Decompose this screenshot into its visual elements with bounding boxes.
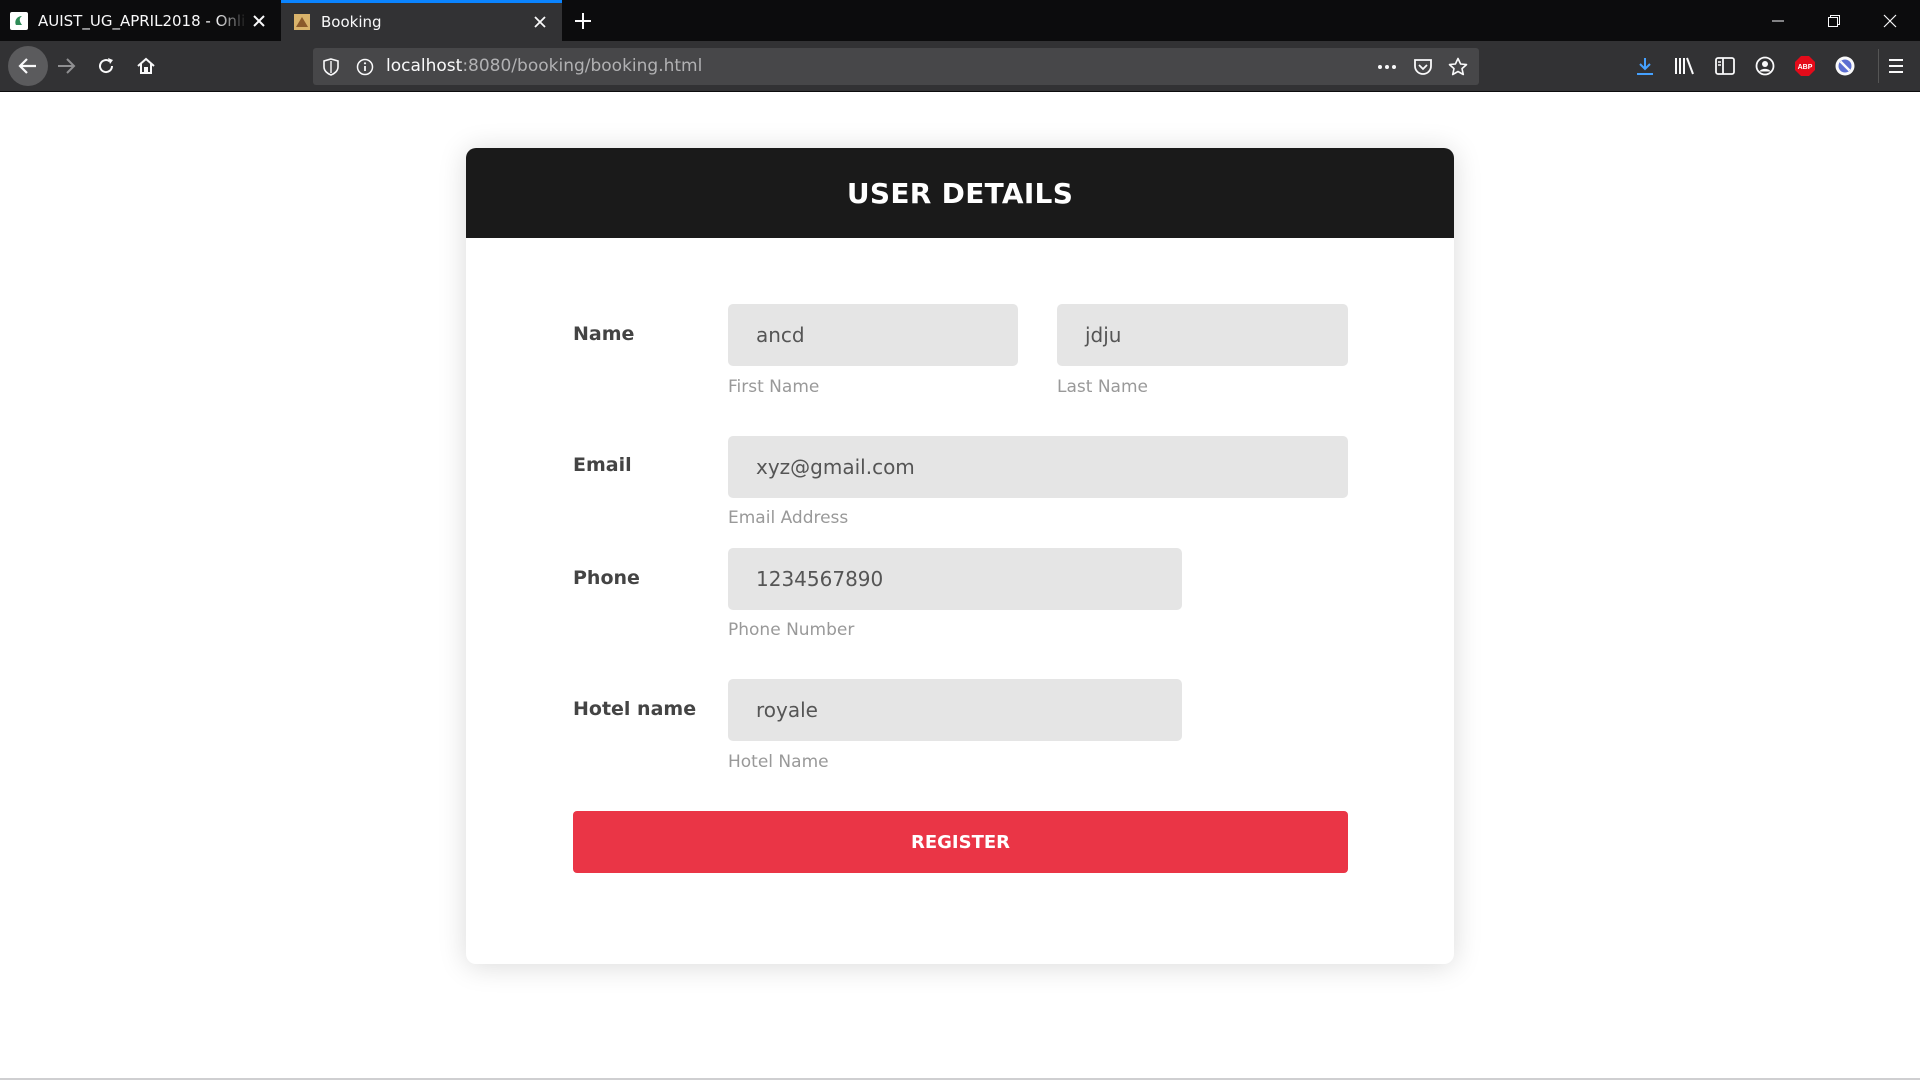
email-hint: Email Address xyxy=(728,508,849,528)
url-text: localhost:8080/booking/booking.html xyxy=(386,48,702,85)
downloads-icon[interactable] xyxy=(1628,49,1662,83)
register-button[interactable]: REGISTER xyxy=(573,811,1348,873)
navigation-toolbar: localhost:8080/booking/booking.html ABP xyxy=(0,41,1920,92)
restore-icon[interactable] xyxy=(1806,0,1862,41)
hotel-name-input[interactable]: royale xyxy=(728,679,1182,741)
bookmark-star-icon[interactable] xyxy=(1444,53,1472,81)
reload-icon[interactable] xyxy=(89,49,123,83)
sidebar-icon[interactable] xyxy=(1708,49,1742,83)
card-header: USER DETAILS xyxy=(466,148,1454,238)
tab-close-icon[interactable] xyxy=(247,9,271,33)
account-icon[interactable] xyxy=(1748,49,1782,83)
tab-title: Booking xyxy=(321,13,382,31)
new-tab-icon[interactable] xyxy=(568,6,598,36)
phone-input[interactable]: 1234567890 xyxy=(728,548,1182,610)
url-bar[interactable]: localhost:8080/booking/booking.html xyxy=(313,48,1479,85)
close-window-icon[interactable] xyxy=(1862,0,1918,41)
page-actions-icon[interactable] xyxy=(1373,53,1401,81)
tracking-shield-icon[interactable] xyxy=(317,53,345,81)
page-title: USER DETAILS xyxy=(846,176,1074,210)
email-input[interactable]: xyz@gmail.com xyxy=(728,436,1348,498)
hotel-name-label: Hotel name xyxy=(573,698,697,720)
tab-close-icon[interactable] xyxy=(528,10,552,34)
url-path: :8080/booking/booking.html xyxy=(462,56,703,76)
forward-arrow-icon[interactable] xyxy=(49,49,83,83)
svg-text:ABP: ABP xyxy=(1798,64,1813,71)
tab-favicon-icon xyxy=(293,13,311,31)
first-name-hint: First Name xyxy=(728,377,820,397)
back-arrow-icon[interactable] xyxy=(8,46,48,86)
first-name-input[interactable]: ancd xyxy=(728,304,1018,366)
last-name-hint: Last Name xyxy=(1057,377,1148,397)
tab-strip: AUIST_UG_APRIL2018 - Online Booking xyxy=(0,0,1920,41)
minimize-icon[interactable] xyxy=(1750,0,1806,41)
library-icon[interactable] xyxy=(1668,49,1702,83)
phone-label: Phone xyxy=(573,567,640,589)
extension-icon[interactable] xyxy=(1828,49,1862,83)
email-label: Email xyxy=(573,454,632,476)
tab-auist[interactable]: AUIST_UG_APRIL2018 - Online xyxy=(0,0,281,41)
tab-booking[interactable]: Booking xyxy=(281,0,562,41)
last-name-input[interactable]: jdju xyxy=(1057,304,1348,366)
phone-hint: Phone Number xyxy=(728,620,855,640)
url-host: localhost xyxy=(386,56,463,76)
home-icon[interactable] xyxy=(129,49,163,83)
menu-icon[interactable] xyxy=(1878,49,1912,83)
site-info-icon[interactable] xyxy=(351,53,379,81)
tab-title: AUIST_UG_APRIL2018 - Online xyxy=(38,11,247,30)
name-label: Name xyxy=(573,323,635,345)
pocket-icon[interactable] xyxy=(1409,53,1437,81)
user-details-card: USER DETAILS Name ancd jdju First Name L… xyxy=(466,148,1454,964)
tab-favicon-icon xyxy=(10,11,28,30)
adblock-icon[interactable]: ABP xyxy=(1788,49,1822,83)
hotel-name-hint: Hotel Name xyxy=(728,752,829,772)
